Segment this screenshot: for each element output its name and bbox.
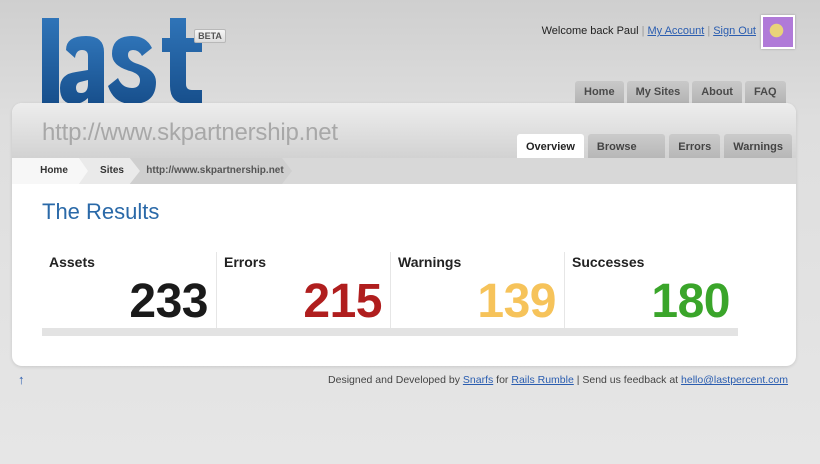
- tab-errors[interactable]: Errors: [669, 134, 721, 158]
- results-heading: The Results: [42, 199, 160, 224]
- rails-rumble-link[interactable]: Rails Rumble: [511, 374, 573, 386]
- nav-about[interactable]: About: [692, 81, 742, 103]
- top-nav: Home My Sites About FAQ: [575, 81, 789, 103]
- avatar[interactable]: [761, 15, 795, 49]
- stat-value: 180: [651, 275, 730, 328]
- last-logo[interactable]: [42, 14, 210, 104]
- stat-label: Assets: [49, 254, 95, 270]
- stat-errors[interactable]: Errors 215: [216, 252, 390, 328]
- stat-successes[interactable]: Successes 180: [564, 252, 738, 328]
- user-area: Welcome back Paul | My Account | Sign Out: [542, 25, 756, 37]
- feedback-email-link[interactable]: hello@lastpercent.com: [681, 374, 788, 386]
- panel-header: http://www.skpartnership.net Overview Br…: [12, 103, 796, 179]
- breadcrumb-current: http://www.skpartnership.net: [126, 158, 292, 184]
- footer: Designed and Developed by Snarfs for Rai…: [328, 374, 788, 386]
- back-to-top-icon[interactable]: ↑: [18, 372, 25, 387]
- separator: |: [707, 25, 711, 37]
- stat-warnings[interactable]: Warnings 139: [390, 252, 564, 328]
- nav-faq[interactable]: FAQ: [744, 81, 786, 103]
- stats-divider-bar: [42, 328, 738, 336]
- stat-label: Errors: [224, 254, 267, 270]
- site-url-title: http://www.skpartnership.net: [42, 119, 338, 146]
- tab-overview[interactable]: Overview: [517, 134, 584, 158]
- stat-label: Successes: [572, 254, 645, 270]
- breadcrumb: http://www.skpartnership.net Sites Home: [12, 158, 796, 184]
- results-stats: Assets 233 Errors 215 Warnings 139 Succe…: [42, 252, 738, 336]
- stat-value: 233: [129, 275, 208, 328]
- snarfs-link[interactable]: Snarfs: [463, 374, 493, 386]
- nav-home[interactable]: Home: [575, 81, 624, 103]
- separator: |: [641, 25, 645, 37]
- footer-text: | Send us feedback at: [576, 374, 679, 386]
- welcome-text: Welcome back Paul: [541, 25, 639, 37]
- tab-browse-assets[interactable]: Browse Assets: [587, 134, 666, 179]
- footer-text: Designed and Developed by: [328, 374, 460, 386]
- sign-out-link[interactable]: Sign Out: [713, 25, 756, 37]
- main-panel: http://www.skpartnership.net Overview Br…: [12, 103, 796, 366]
- tab-warnings[interactable]: Warnings: [724, 134, 792, 158]
- stat-label: Warnings: [398, 254, 462, 270]
- stat-value: 215: [303, 275, 382, 328]
- my-account-link[interactable]: My Account: [647, 25, 704, 37]
- stat-value: 139: [477, 275, 556, 328]
- footer-text: for: [496, 374, 509, 386]
- beta-badge: BETA: [194, 29, 226, 43]
- nav-my-sites[interactable]: My Sites: [626, 81, 690, 103]
- stat-assets[interactable]: Assets 233: [42, 252, 216, 328]
- breadcrumb-home[interactable]: Home: [12, 158, 88, 184]
- site-tabs: Overview Browse Assets Errors Warnings: [517, 134, 796, 179]
